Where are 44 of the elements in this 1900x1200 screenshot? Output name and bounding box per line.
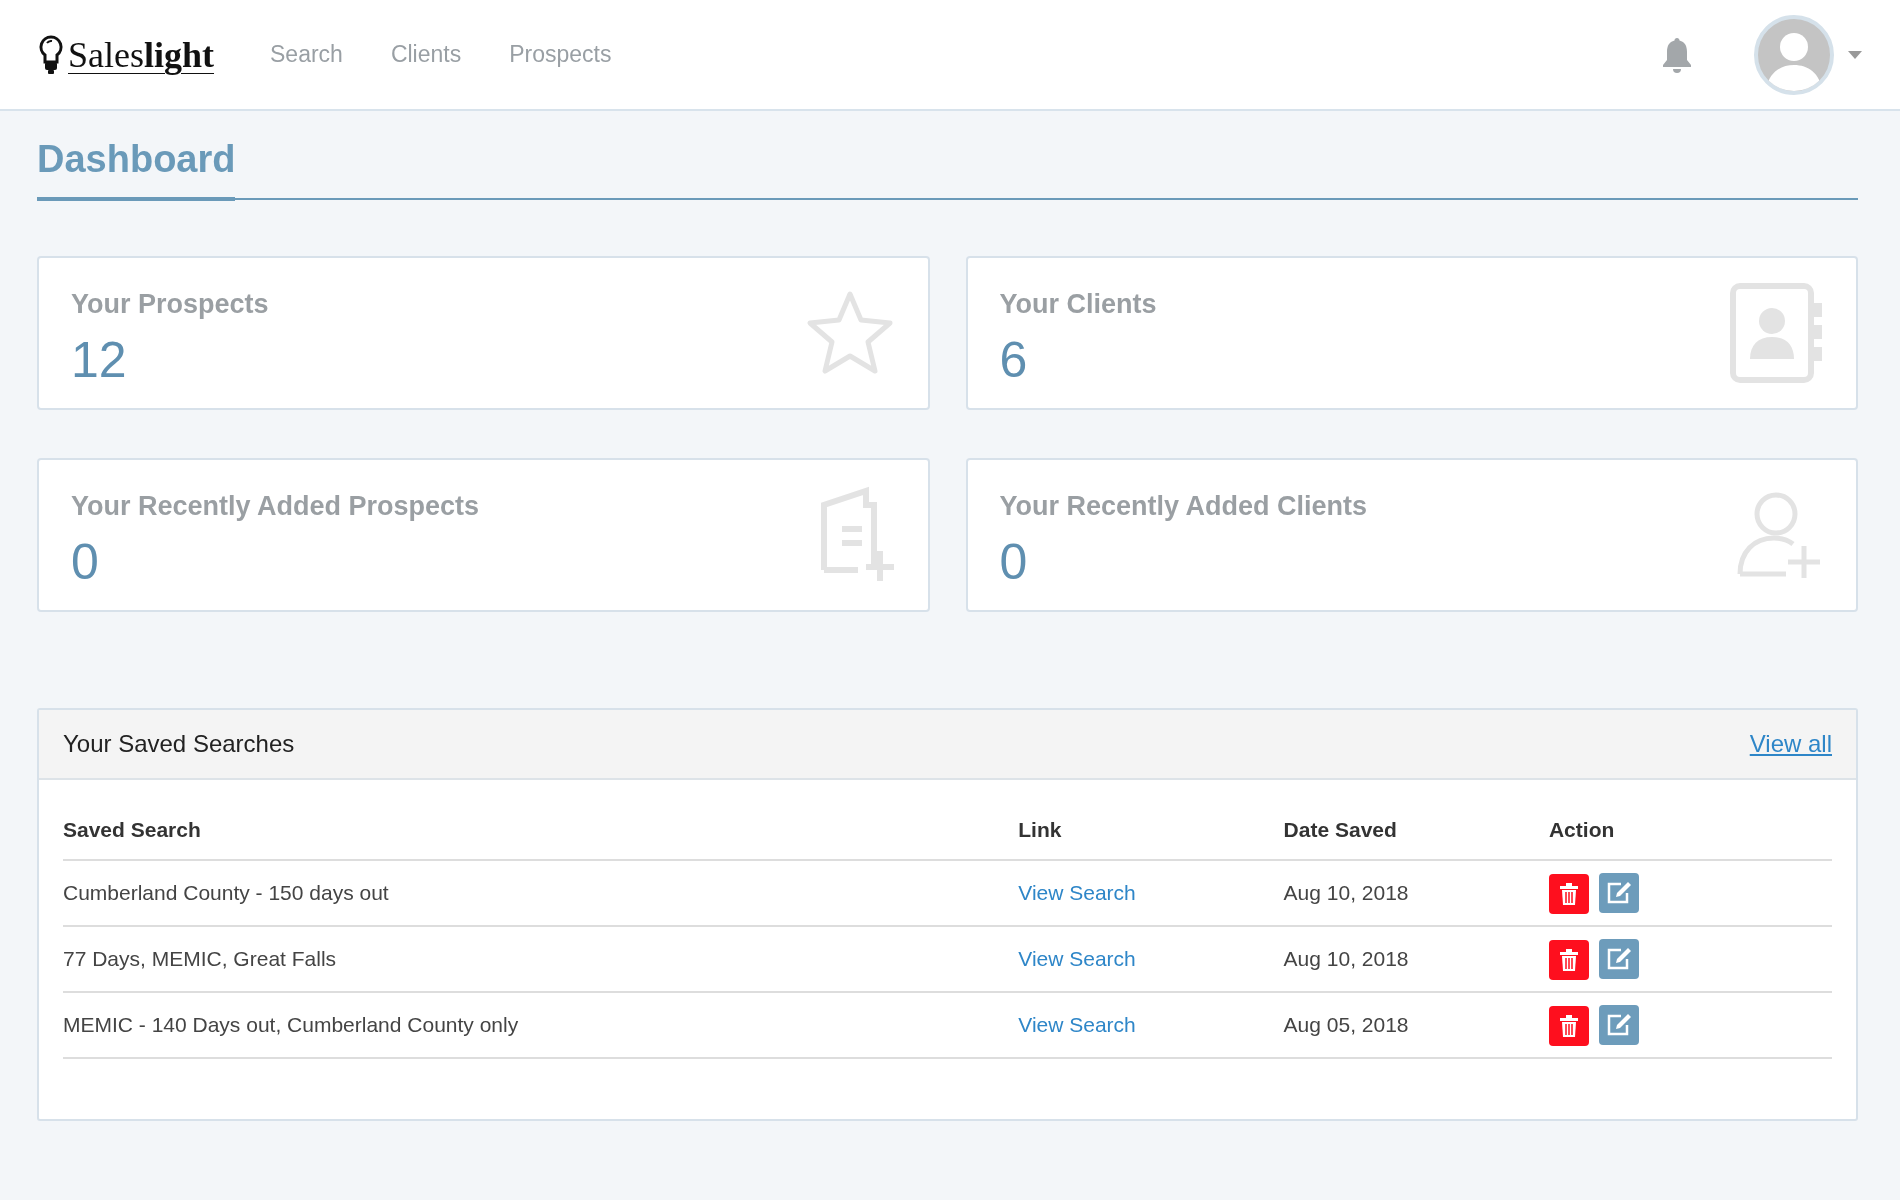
table-cell: Aug 05, 2018	[1283, 992, 1549, 1059]
view-search-link[interactable]: View Search	[1018, 1013, 1136, 1037]
stat-title: Your Clients	[999, 287, 1157, 321]
nav-link[interactable]: Prospects	[509, 37, 612, 72]
table-cell: Aug 10, 2018	[1283, 926, 1549, 993]
view-search-link[interactable]: View Search	[1018, 881, 1136, 905]
trash-icon	[1559, 1014, 1578, 1037]
edit-button[interactable]	[1598, 938, 1639, 979]
lightbulb-icon	[38, 33, 64, 76]
edit-icon	[1605, 946, 1632, 971]
stat-title: Your Prospects	[71, 287, 269, 321]
contact-book-icon	[1730, 282, 1824, 383]
stat-title: Your Recently Added Prospects	[71, 489, 480, 523]
stat-count: 6	[999, 331, 1029, 391]
stat-count: 0	[999, 533, 1029, 593]
stat-count: 12	[71, 331, 128, 391]
table-cell: 77 Days, MEMIC, Great Falls	[63, 926, 1019, 993]
stat-count: 0	[71, 533, 100, 593]
delete-button[interactable]	[1548, 1005, 1589, 1046]
logo-text[interactable]: Saleslight	[68, 27, 214, 82]
column-header: Action	[1548, 799, 1832, 861]
page-title: Dashboard	[37, 111, 236, 201]
caret-icon[interactable]	[1848, 50, 1862, 59]
column-header: Date Saved	[1283, 799, 1549, 861]
delete-button[interactable]	[1548, 939, 1589, 980]
bell-icon[interactable]	[1660, 35, 1694, 74]
view-search-link[interactable]: View Search	[1018, 947, 1136, 971]
trash-icon	[1559, 948, 1578, 971]
edit-button[interactable]	[1598, 872, 1639, 913]
edit-button[interactable]	[1598, 1004, 1639, 1045]
stat-title: Your Recently Added Clients	[999, 489, 1368, 523]
column-header: Link	[1018, 799, 1284, 861]
column-header: Saved Search	[63, 799, 1019, 861]
edit-icon	[1605, 1012, 1632, 1037]
edit-icon	[1605, 880, 1632, 905]
view-all-link[interactable]: View all	[1749, 725, 1832, 762]
nav-link[interactable]: Clients	[390, 37, 462, 72]
panel-title: Your Saved Searches	[63, 728, 295, 759]
delete-button[interactable]	[1548, 873, 1589, 914]
table-cell: Cumberland County - 150 days out	[63, 860, 1019, 927]
table-cell: MEMIC - 140 Days out, Cumberland County only	[63, 992, 1019, 1059]
trash-icon	[1559, 882, 1578, 905]
table-cell: Aug 10, 2018	[1283, 860, 1549, 927]
nav-link[interactable]: Search	[270, 37, 343, 72]
